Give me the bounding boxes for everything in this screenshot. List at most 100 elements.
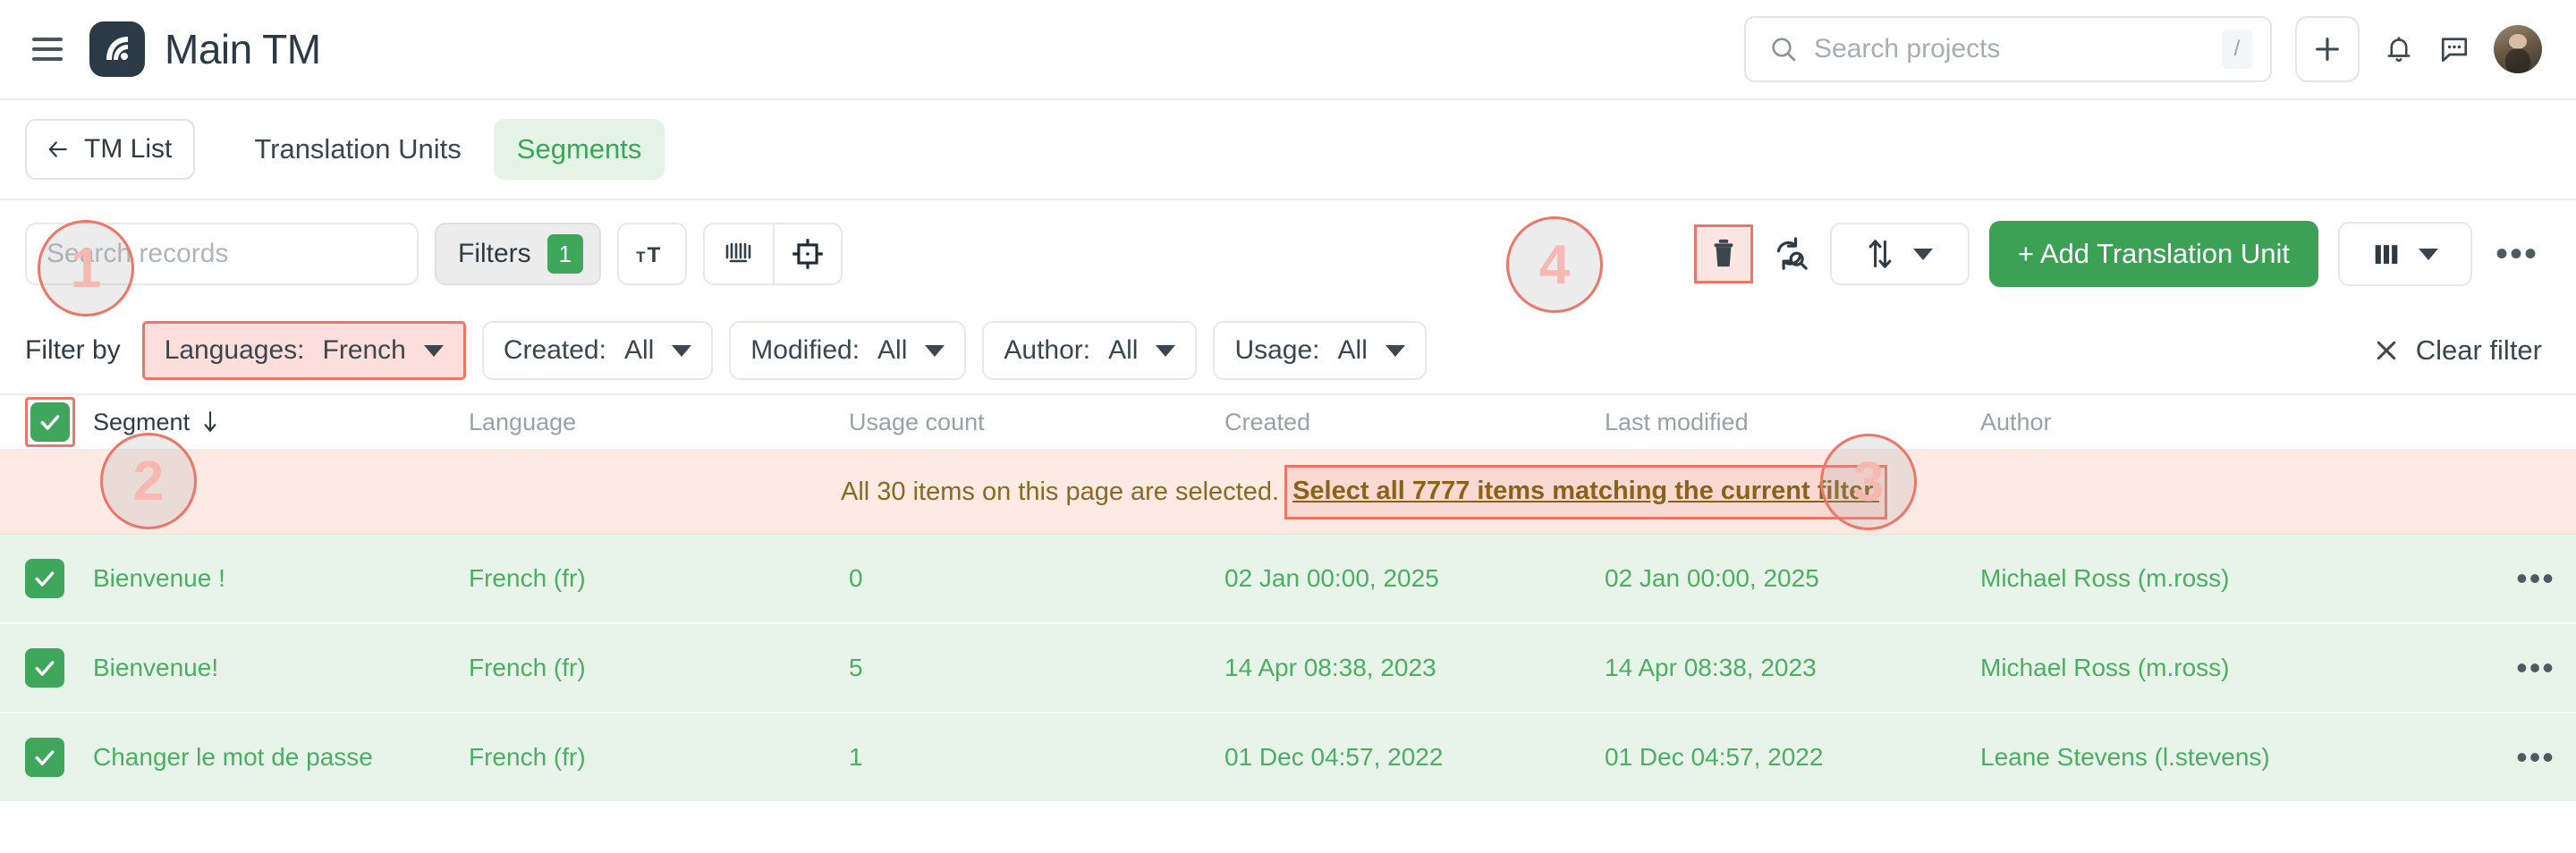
row-usage-count: 1	[849, 743, 1224, 772]
row-select-cell	[25, 648, 93, 688]
row-segment[interactable]: Changer le mot de passe	[93, 743, 469, 772]
row-checkbox[interactable]	[25, 559, 64, 598]
select-all-banner-content: All 30 items on this page are selected. …	[841, 451, 1887, 534]
segments-table: Segment Language Usage count Created Las…	[0, 393, 2576, 803]
row-checkbox[interactable]	[25, 648, 64, 688]
row-more-dots-icon[interactable]: •••	[2516, 751, 2555, 764]
row-language: French (fr)	[469, 564, 849, 593]
arrow-down-icon	[200, 410, 220, 434]
select-all-link-highlight: Select all 7777 items matching the curre…	[1284, 465, 1887, 519]
more-dots-icon[interactable]: •••	[2492, 229, 2542, 279]
trash-icon	[1709, 238, 1738, 270]
app-logo-icon[interactable]	[89, 21, 145, 77]
columns-button[interactable]	[2338, 222, 2472, 286]
chevron-down-icon	[1913, 249, 1933, 260]
sort-button[interactable]	[1830, 223, 1970, 285]
filter-by-label: Filter by	[25, 335, 121, 366]
tm-list-back-button[interactable]: TM List	[25, 119, 195, 180]
column-header-segment-label: Segment	[93, 409, 190, 436]
chevron-down-icon	[672, 345, 691, 357]
refresh-search-icon[interactable]	[1773, 235, 1810, 273]
column-header-segment[interactable]: Segment	[93, 409, 469, 436]
row-more-dots-icon[interactable]: •••	[2516, 662, 2555, 674]
filter-chip-usage-value: All	[1338, 335, 1368, 366]
row-segment[interactable]: Bienvenue!	[93, 654, 469, 682]
table-header-row: Segment Language Usage count Created Las…	[0, 393, 2576, 451]
filter-chip-author[interactable]: Author: All	[982, 321, 1197, 380]
table-row[interactable]: Bienvenue! French (fr) 5 14 Apr 08:38, 2…	[0, 624, 2576, 714]
hamburger-icon[interactable]	[27, 29, 68, 70]
search-records-container[interactable]	[25, 223, 419, 285]
filter-chip-usage-label: Usage:	[1234, 335, 1319, 366]
table-row[interactable]: Bienvenue ! French (fr) 0 02 Jan 00:00, …	[0, 535, 2576, 624]
filter-chip-languages-value: French	[323, 335, 406, 366]
row-language: French (fr)	[469, 654, 849, 682]
tab-translation-units[interactable]: Translation Units	[231, 119, 484, 180]
select-all-banner: All 30 items on this page are selected. …	[0, 451, 2576, 535]
select-all-cell	[25, 397, 93, 447]
column-header-last-modified[interactable]: Last modified	[1605, 409, 1980, 436]
chevron-down-icon	[424, 345, 444, 357]
tab-segments[interactable]: Segments	[494, 119, 665, 180]
row-last-modified: 02 Jan 00:00, 2025	[1605, 564, 1980, 593]
row-segment[interactable]: Bienvenue !	[93, 564, 469, 593]
select-all-checkbox[interactable]	[30, 402, 70, 442]
filter-chip-languages-label: Languages:	[165, 335, 305, 366]
view-toggle-group	[703, 223, 843, 285]
svg-text:T: T	[647, 243, 660, 267]
filter-chip-author-value: All	[1108, 335, 1138, 366]
search-projects-container[interactable]: /	[1744, 16, 2272, 82]
search-records-input[interactable]	[47, 239, 397, 269]
select-all-matching-link[interactable]: Select all 7777 items matching the curre…	[1292, 477, 1879, 505]
sort-arrows-icon	[1867, 237, 1894, 271]
plus-icon[interactable]	[2295, 16, 2360, 82]
row-author: Michael Ross (m.ross)	[1980, 564, 2496, 593]
tm-list-label: TM List	[84, 134, 172, 165]
search-projects-input[interactable]	[1814, 34, 2206, 64]
annotation-marker-4: 4	[1506, 216, 1603, 313]
filter-chip-modified[interactable]: Modified: All	[729, 321, 966, 380]
filter-chip-created[interactable]: Created: All	[482, 321, 713, 380]
row-usage-count: 5	[849, 654, 1224, 682]
filter-chip-usage[interactable]: Usage: All	[1213, 321, 1426, 380]
row-created: 14 Apr 08:38, 2023	[1224, 654, 1605, 682]
row-select-cell	[25, 738, 93, 777]
select-all-banner-text: All 30 items on this page are selected.	[841, 477, 1279, 507]
column-header-author[interactable]: Author	[1980, 409, 2496, 436]
column-header-language[interactable]: Language	[469, 409, 849, 436]
row-author: Michael Ross (m.ross)	[1980, 654, 2496, 682]
font-size-icon[interactable]: T T	[617, 223, 687, 285]
delete-button[interactable]	[1694, 224, 1753, 283]
top-header: Main TM /	[0, 0, 2576, 100]
filter-chip-languages[interactable]: Languages: French	[142, 321, 466, 380]
filters-button[interactable]: Filters 1	[435, 223, 601, 285]
target-crop-icon[interactable]	[773, 224, 841, 283]
chevron-down-icon	[2419, 249, 2438, 260]
tabs-bar: TM List Translation Units Segments	[0, 100, 2576, 200]
filter-chip-created-value: All	[624, 335, 654, 366]
row-checkbox[interactable]	[25, 738, 64, 777]
toolbar: Filters 1 T T	[0, 200, 2576, 308]
table-row[interactable]: Changer le mot de passe French (fr) 1 01…	[0, 714, 2576, 803]
column-header-usage-count[interactable]: Usage count	[849, 409, 1224, 436]
arrow-left-icon	[45, 138, 72, 161]
bell-icon[interactable]	[2383, 33, 2415, 65]
svg-text:T: T	[636, 249, 645, 266]
filters-label: Filters	[458, 239, 531, 269]
chat-bubble-icon[interactable]	[2438, 33, 2470, 65]
filter-chip-modified-label: Modified:	[750, 335, 860, 366]
close-x-icon	[2373, 337, 2400, 364]
filter-bar: Filter by Languages: French Created: All…	[0, 308, 2576, 393]
column-header-created[interactable]: Created	[1224, 409, 1605, 436]
clear-filter-button[interactable]: Clear filter	[2373, 334, 2542, 367]
columns-icon	[2372, 239, 2401, 269]
chevron-down-icon	[925, 345, 945, 357]
row-created: 02 Jan 00:00, 2025	[1224, 564, 1605, 593]
row-more-dots-icon[interactable]: •••	[2516, 572, 2555, 585]
avatar[interactable]	[2494, 25, 2542, 73]
row-created: 01 Dec 04:57, 2022	[1224, 743, 1605, 772]
barcode-tags-icon[interactable]	[705, 224, 773, 283]
search-icon	[1769, 35, 1798, 63]
row-language: French (fr)	[469, 743, 849, 772]
add-translation-unit-button[interactable]: + Add Translation Unit	[1989, 221, 2318, 287]
